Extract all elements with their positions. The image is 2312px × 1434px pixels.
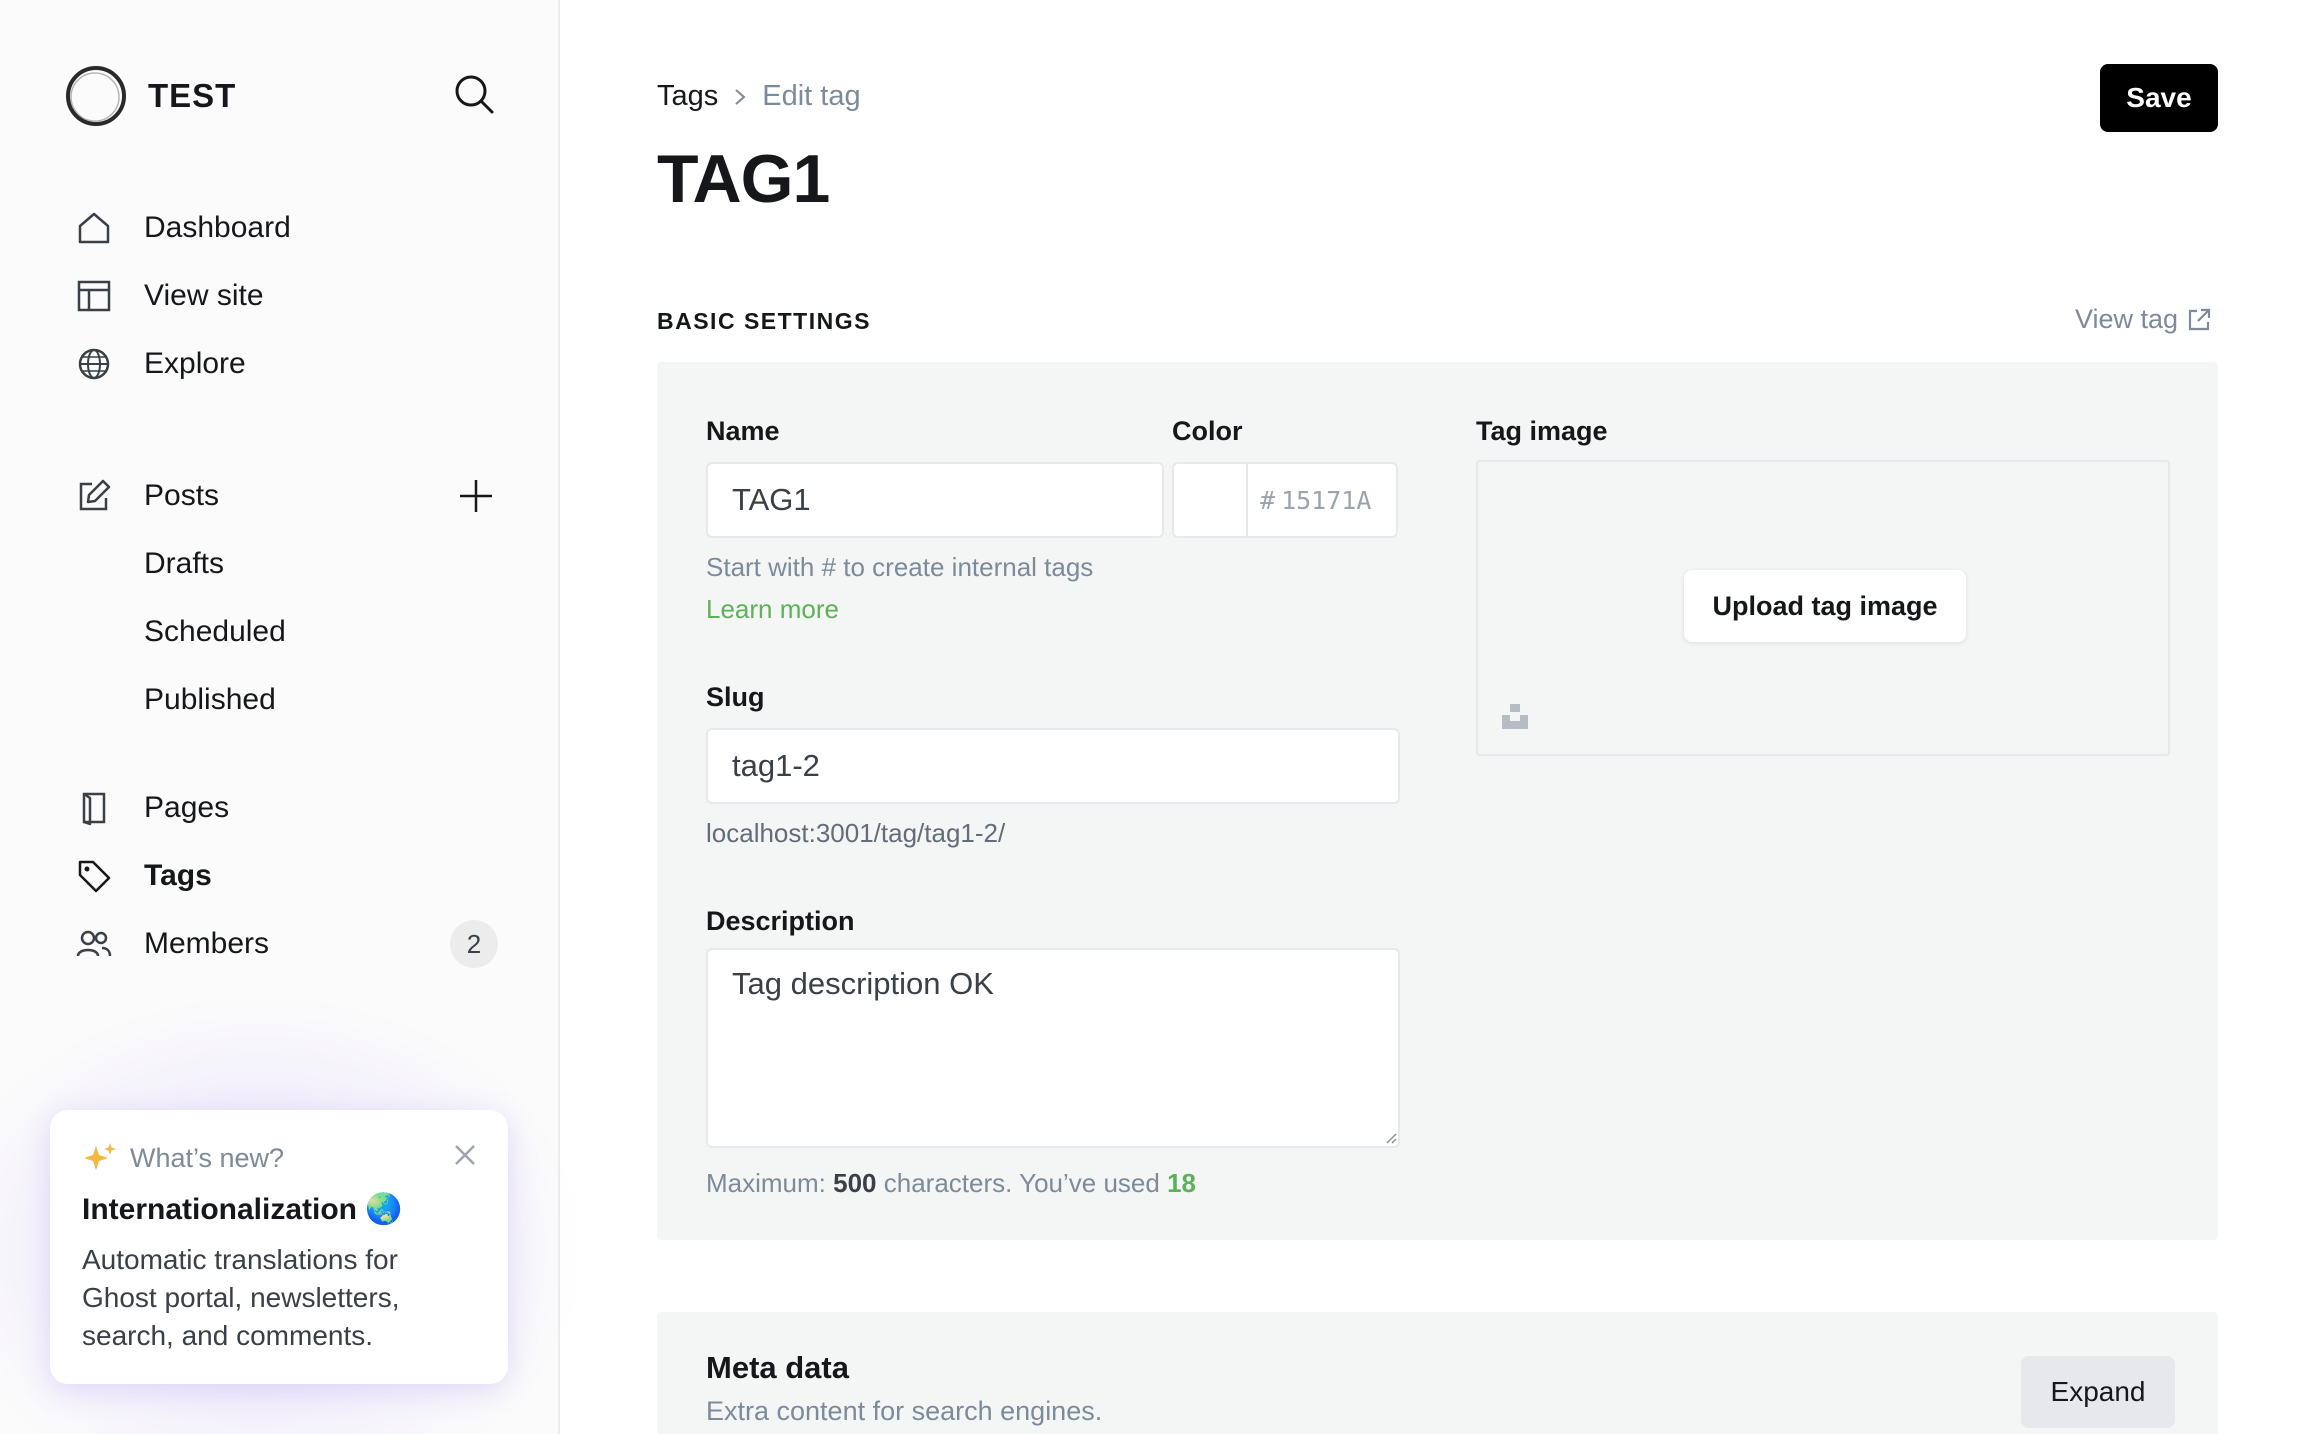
slug-label: Slug (706, 682, 765, 712)
nav-label: View site (144, 279, 264, 312)
main-content: Tags Edit tag TAG1 Save BASIC SETTINGS V… (560, 0, 2312, 1434)
edit-icon (64, 468, 120, 524)
whats-new-kicker: What’s new? (130, 1142, 285, 1173)
upload-tag-image-button[interactable]: Upload tag image (1684, 570, 1966, 642)
tag-icon (64, 848, 120, 904)
nav-pages[interactable]: Pages (64, 780, 504, 836)
section-label: BASIC SETTINGS (657, 308, 871, 334)
breadcrumb: Tags Edit tag (657, 80, 861, 113)
color-hex-placeholder: 15171A (1281, 485, 1372, 515)
nav-label: Pages (144, 791, 230, 824)
layout-icon (64, 268, 120, 324)
nav-view-site[interactable]: View site (64, 268, 504, 324)
view-tag-label: View tag (2075, 304, 2179, 334)
save-button[interactable]: Save (2100, 64, 2218, 132)
description-textarea[interactable]: Tag description OK (706, 948, 1400, 1148)
nav-label: Drafts (144, 547, 225, 580)
meta-data-subtitle: Extra content for search engines. (706, 1396, 1103, 1426)
site-name: TEST (148, 77, 237, 114)
home-icon (64, 200, 120, 256)
name-label: Name (706, 416, 780, 446)
nav-dashboard[interactable]: Dashboard (64, 200, 504, 256)
chevron-right-icon (735, 88, 746, 105)
view-tag-link[interactable]: View tag (2075, 304, 2212, 335)
slug-url: localhost:3001/tag/tag1-2/ (706, 818, 1006, 848)
brand[interactable]: TEST (64, 64, 236, 128)
tag-image-dropzone[interactable]: Upload tag image (1476, 460, 2170, 756)
nav-label: Dashboard (144, 211, 291, 244)
learn-more-link[interactable]: Learn more (706, 594, 839, 625)
meta-data-panel: Meta data Extra content for search engin… (657, 1312, 2218, 1434)
whats-new-card[interactable]: What’s new? Internationalization 🌏 Autom… (50, 1110, 508, 1384)
name-input[interactable]: TAG1 (706, 462, 1164, 538)
basic-settings-panel: Name TAG1 Start with # to create interna… (657, 362, 2218, 1240)
breadcrumb-current: Edit tag (762, 80, 861, 112)
nav-label: Published (144, 683, 276, 716)
breadcrumb-tags-link[interactable]: Tags (657, 80, 718, 113)
members-count-badge: 2 (450, 920, 498, 968)
counter-prefix: Maximum: (706, 1168, 826, 1198)
nav-scheduled[interactable]: Scheduled (64, 604, 504, 660)
name-hint: Start with # to create internal tags (706, 552, 1094, 582)
nav-label: Explore (144, 347, 246, 380)
page-title: TAG1 (657, 141, 830, 217)
counter-mid: characters. You’ve used (883, 1168, 1160, 1198)
whats-new-title: Internationalization 🌏 (82, 1193, 403, 1226)
ghost-logo-icon (66, 66, 126, 126)
color-hex-input[interactable]: # 15171A (1248, 464, 1371, 536)
resize-grip-icon[interactable] (1385, 1132, 1397, 1144)
nav-drafts[interactable]: Drafts (64, 536, 504, 592)
close-icon[interactable] (450, 1140, 480, 1170)
color-label: Color (1172, 416, 1243, 446)
nav-published[interactable]: Published (64, 672, 504, 728)
counter-used: 18 (1167, 1168, 1196, 1198)
nav-label: Members (144, 927, 270, 960)
nav-posts[interactable]: Posts (64, 468, 504, 524)
sidebar: TEST Dashboard View site Explore Posts D… (0, 0, 580, 1434)
counter-max: 500 (833, 1168, 877, 1198)
nav-tags[interactable]: Tags (64, 848, 504, 904)
nav-members[interactable]: Members 2 (64, 916, 504, 972)
whats-new-header: What’s new? (82, 1138, 476, 1178)
app: TEST Dashboard View site Explore Posts D… (0, 0, 2312, 1434)
nav-label: Tags (144, 859, 212, 892)
whats-new-text: Automatic translations for Ghost portal,… (82, 1244, 400, 1351)
nav-explore[interactable]: Explore (64, 336, 504, 392)
color-field: # 15171A (1172, 462, 1398, 538)
slug-input[interactable]: tag1-2 (706, 728, 1400, 804)
expand-button[interactable]: Expand (2021, 1356, 2175, 1428)
hash-symbol: # (1260, 485, 1276, 515)
meta-data-title: Meta data (706, 1350, 849, 1385)
sparkle-icon (84, 1143, 116, 1170)
globe-icon (64, 336, 120, 392)
page-icon (64, 780, 120, 836)
nav-label: Scheduled (144, 615, 286, 648)
tag-image-label: Tag image (1476, 416, 1608, 446)
nav-label: Posts (144, 479, 220, 512)
description-label: Description (706, 906, 855, 936)
members-icon (64, 916, 120, 972)
color-swatch[interactable] (1174, 464, 1248, 536)
external-link-icon (2188, 308, 2211, 330)
new-post-plus-icon[interactable] (456, 476, 496, 516)
search-icon[interactable] (452, 72, 496, 116)
unsplash-icon[interactable] (1500, 702, 1530, 730)
description-counter: Maximum: 500 characters. You’ve used 18 (706, 1168, 1196, 1199)
